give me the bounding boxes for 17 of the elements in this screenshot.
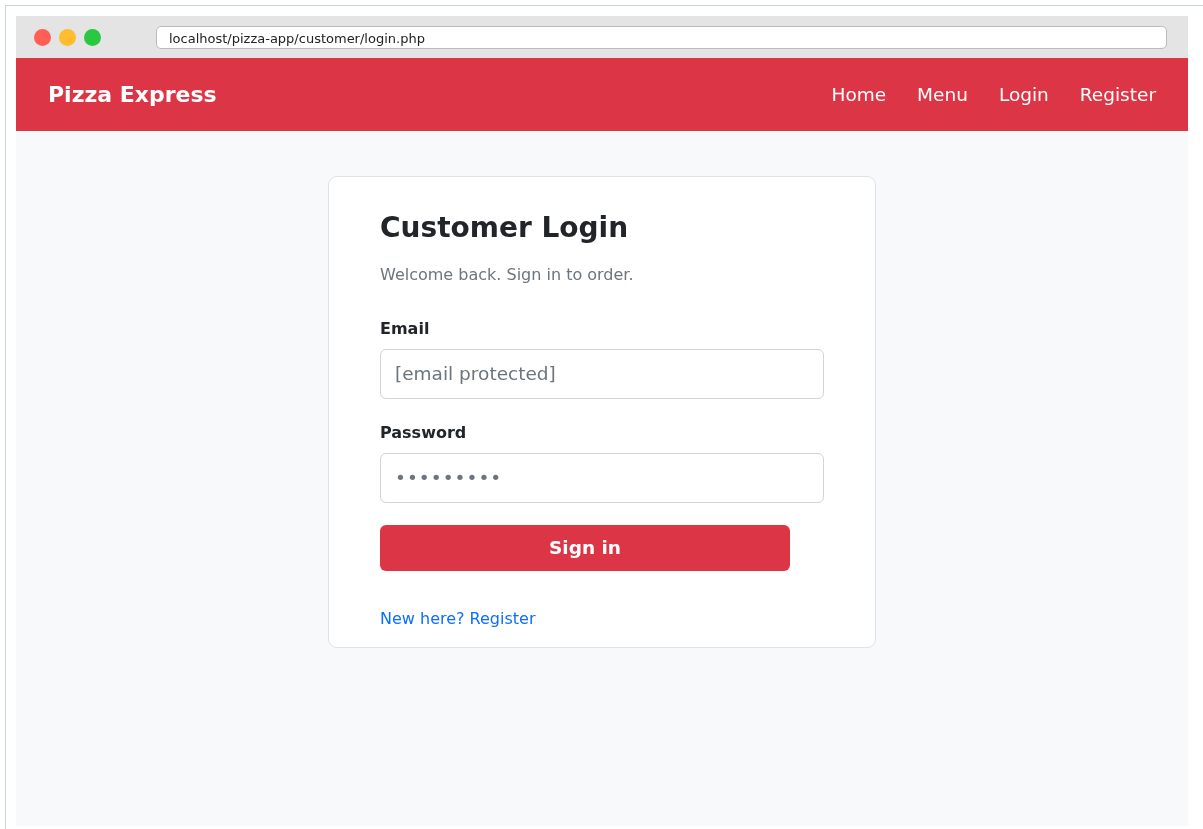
email-field[interactable]: [email protected] bbox=[380, 348, 824, 399]
minimize-button[interactable] bbox=[59, 28, 76, 46]
card-title: Customer Login bbox=[380, 211, 630, 245]
card-subtitle: Welcome back. Sign in to order. bbox=[380, 263, 635, 286]
field-label: Password bbox=[380, 421, 468, 444]
nav-link[interactable]: Login bbox=[998, 80, 1049, 109]
nav-link[interactable]: Register bbox=[1079, 80, 1156, 109]
nav-link[interactable]: Home bbox=[831, 80, 887, 109]
maximize-button[interactable] bbox=[84, 28, 101, 46]
password-field[interactable]: ••••••••• bbox=[380, 452, 824, 503]
register-link[interactable]: New here? Register bbox=[380, 606, 536, 631]
nav-link[interactable]: Menu bbox=[917, 80, 968, 109]
sign-in-button[interactable]: Sign in bbox=[380, 524, 790, 571]
address-bar[interactable]: localhost/pizza-app/customer/login.php bbox=[156, 25, 1167, 49]
brand-logo[interactable]: Pizza Express bbox=[48, 78, 217, 111]
field-label: Email bbox=[380, 317, 431, 340]
close-button[interactable] bbox=[34, 28, 51, 46]
